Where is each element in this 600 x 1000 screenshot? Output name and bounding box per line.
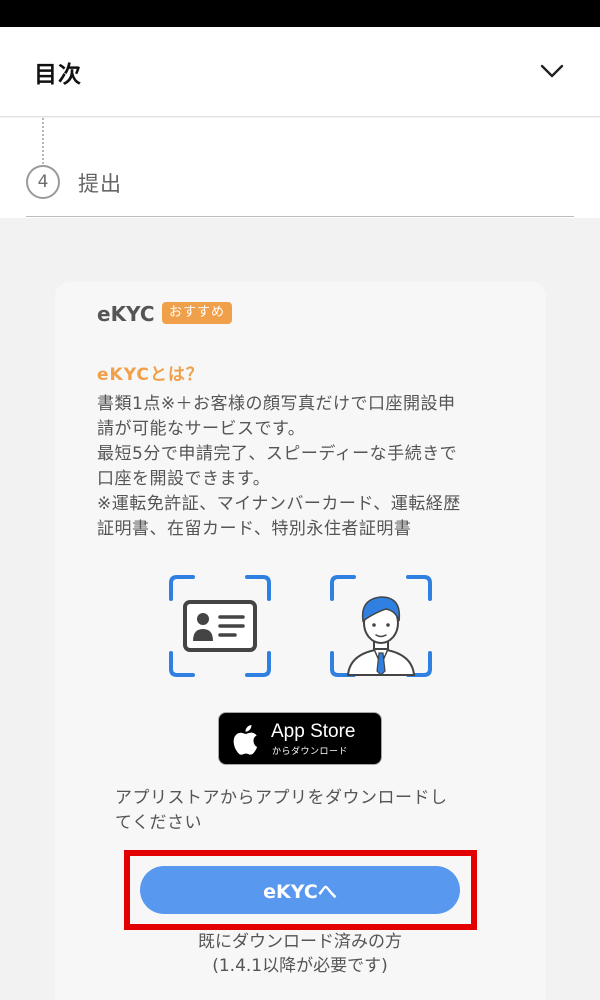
description-line: 証明書、在留カード、特別永住者証明書 bbox=[97, 519, 412, 539]
id-card-icon bbox=[169, 575, 271, 677]
card-heading: eKYC bbox=[97, 302, 155, 326]
app-store-button[interactable]: App Store からダウンロード bbox=[218, 712, 382, 765]
description-line: ※運転免許証、マイナンバーカード、運転経歴 bbox=[97, 494, 461, 514]
card-description: 書類1点※＋お客様の顔写真だけで口座開設申 請が可能なサービスです。 最短5分で… bbox=[97, 392, 517, 542]
already-downloaded-note: 既にダウンロード済みの方 (1.4.1以降が必要です) bbox=[100, 930, 500, 978]
apple-icon bbox=[233, 725, 258, 755]
toc-title: 目次 bbox=[34, 62, 82, 88]
step-connector bbox=[42, 118, 44, 164]
step-divider bbox=[26, 216, 574, 217]
status-bar bbox=[0, 0, 600, 27]
description-line: 書類1点※＋お客様の顔写真だけで口座開設申 bbox=[97, 394, 456, 414]
toc-header[interactable]: 目次 bbox=[0, 27, 600, 117]
ekyc-button[interactable]: eKYCへ bbox=[140, 866, 460, 914]
app-store-note: アプリストアからアプリをダウンロードし てください bbox=[115, 786, 495, 836]
card-subheading: eKYCとは？ bbox=[97, 365, 204, 385]
description-line: 口座を開設できます。 bbox=[97, 469, 271, 489]
recommended-badge: おすすめ bbox=[162, 302, 233, 324]
footer-line: (1.4.1以降が必要です) bbox=[212, 956, 388, 976]
app-store-label: App Store bbox=[271, 721, 356, 742]
description-line: 最短5分で申請完了、スピーディーな手続きで bbox=[97, 444, 458, 464]
footer-line: 既にダウンロード済みの方 bbox=[198, 932, 402, 952]
person-face-icon bbox=[330, 575, 432, 677]
description-line: 請が可能なサービスです。 bbox=[97, 419, 306, 439]
chevron-down-icon[interactable] bbox=[538, 57, 566, 85]
step-label: 提出 bbox=[78, 172, 122, 196]
app-store-note-line: アプリストアからアプリをダウンロードし bbox=[115, 788, 448, 808]
app-store-note-line: てください bbox=[115, 813, 202, 833]
step-number-badge: 4 bbox=[26, 165, 60, 199]
app-store-sublabel: からダウンロード bbox=[272, 747, 349, 757]
